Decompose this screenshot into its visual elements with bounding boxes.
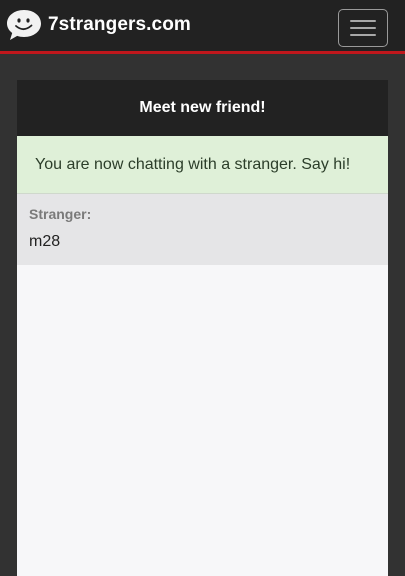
- chat-panel: Meet new friend! You are now chatting wi…: [17, 80, 388, 576]
- status-message: You are now chatting with a stranger. Sa…: [17, 136, 388, 194]
- speech-bubble-face-icon: [7, 10, 41, 40]
- hamburger-menu-icon: [350, 20, 376, 22]
- brand-link[interactable]: 7strangers.com: [5, 7, 191, 43]
- brand-name: 7strangers.com: [48, 14, 191, 35]
- hamburger-menu-icon-bar-2: [350, 27, 376, 29]
- navbar: 7strangers.com: [0, 0, 405, 54]
- chat-message: Stranger: m28: [17, 194, 388, 265]
- message-text: m28: [29, 233, 61, 250]
- hamburger-menu-icon-bar-3: [350, 34, 376, 36]
- message-sender: Stranger:: [29, 206, 92, 222]
- hamburger-menu-button[interactable]: [338, 9, 388, 47]
- chat-header: Meet new friend!: [17, 80, 388, 136]
